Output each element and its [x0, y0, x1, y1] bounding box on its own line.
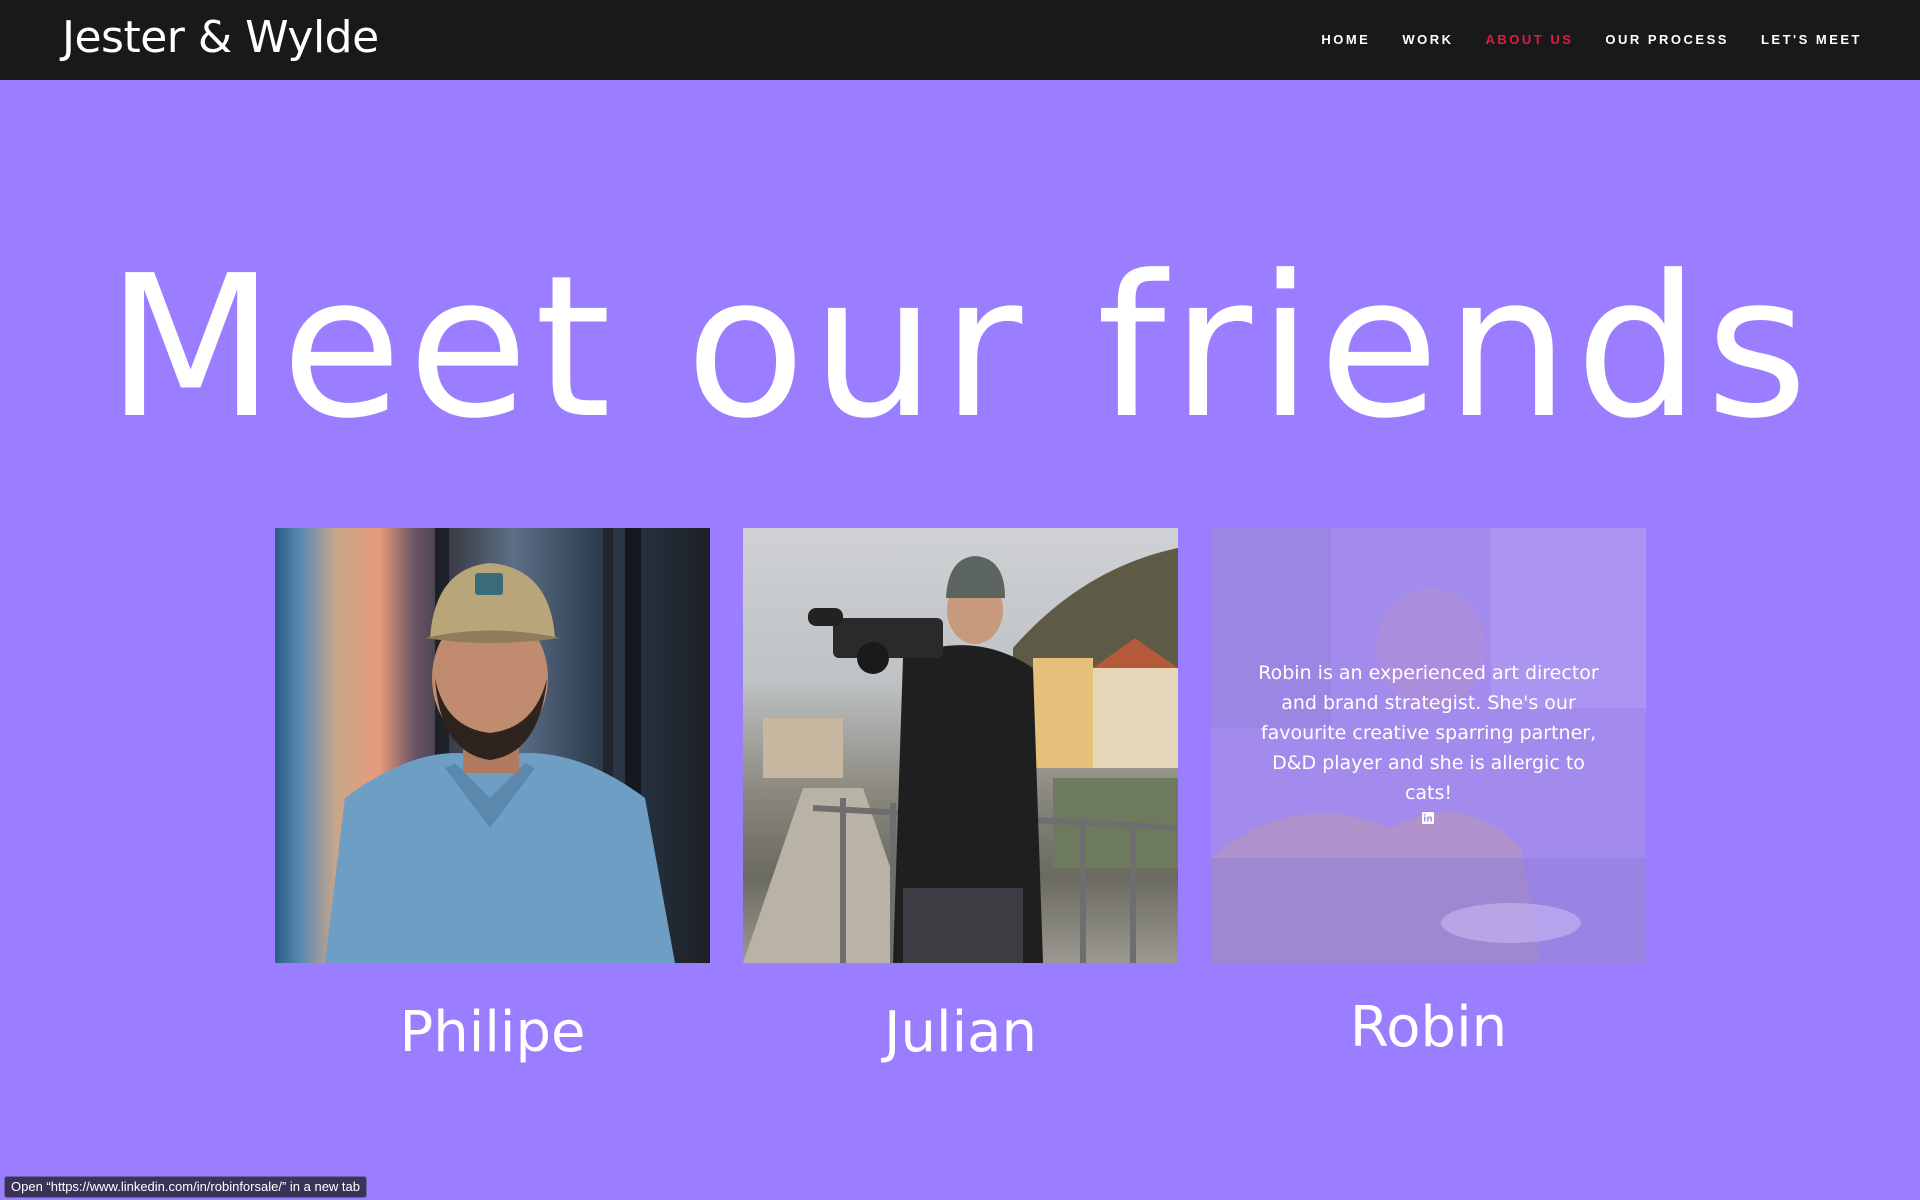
- robin-photo[interactable]: Robin is an experienced art director and…: [1211, 528, 1646, 963]
- friend-card-julian: Julian: [743, 528, 1178, 1068]
- nav-our-process[interactable]: OUR PROCESS: [1605, 32, 1729, 47]
- nav-work[interactable]: WORK: [1402, 32, 1453, 47]
- friends-grid: Philipe Julian Robin is an experienced a…: [275, 528, 1647, 1068]
- page-title: Meet our friends: [106, 234, 1814, 462]
- nav-about-us[interactable]: ABOUT US: [1485, 32, 1573, 47]
- nav-home[interactable]: HOME: [1321, 32, 1370, 47]
- status-bar-link-preview: Open “https://www.linkedin.com/in/robinf…: [4, 1176, 368, 1198]
- robin-bio: Robin is an experienced art director and…: [1258, 662, 1599, 804]
- julian-portrait: [743, 548, 1178, 963]
- philipe-portrait: [325, 528, 675, 963]
- friend-name: Robin: [1349, 995, 1508, 1060]
- philipe-photo[interactable]: [275, 528, 710, 963]
- julian-photo[interactable]: [743, 528, 1178, 963]
- friend-card-robin: Robin is an experienced art director and…: [1211, 528, 1646, 1068]
- friend-name: Julian: [884, 1000, 1037, 1065]
- main-nav: HOME WORK ABOUT US OUR PROCESS LET'S MEE…: [1321, 32, 1862, 47]
- site-logo[interactable]: Jester & Wylde: [62, 10, 379, 66]
- linkedin-icon[interactable]: [1422, 812, 1434, 824]
- site-header: Jester & Wylde HOME WORK ABOUT US OUR PR…: [0, 0, 1920, 80]
- friend-name: Philipe: [399, 1000, 586, 1065]
- nav-lets-meet[interactable]: LET'S MEET: [1761, 32, 1862, 47]
- friend-card-philipe: Philipe: [275, 528, 710, 1068]
